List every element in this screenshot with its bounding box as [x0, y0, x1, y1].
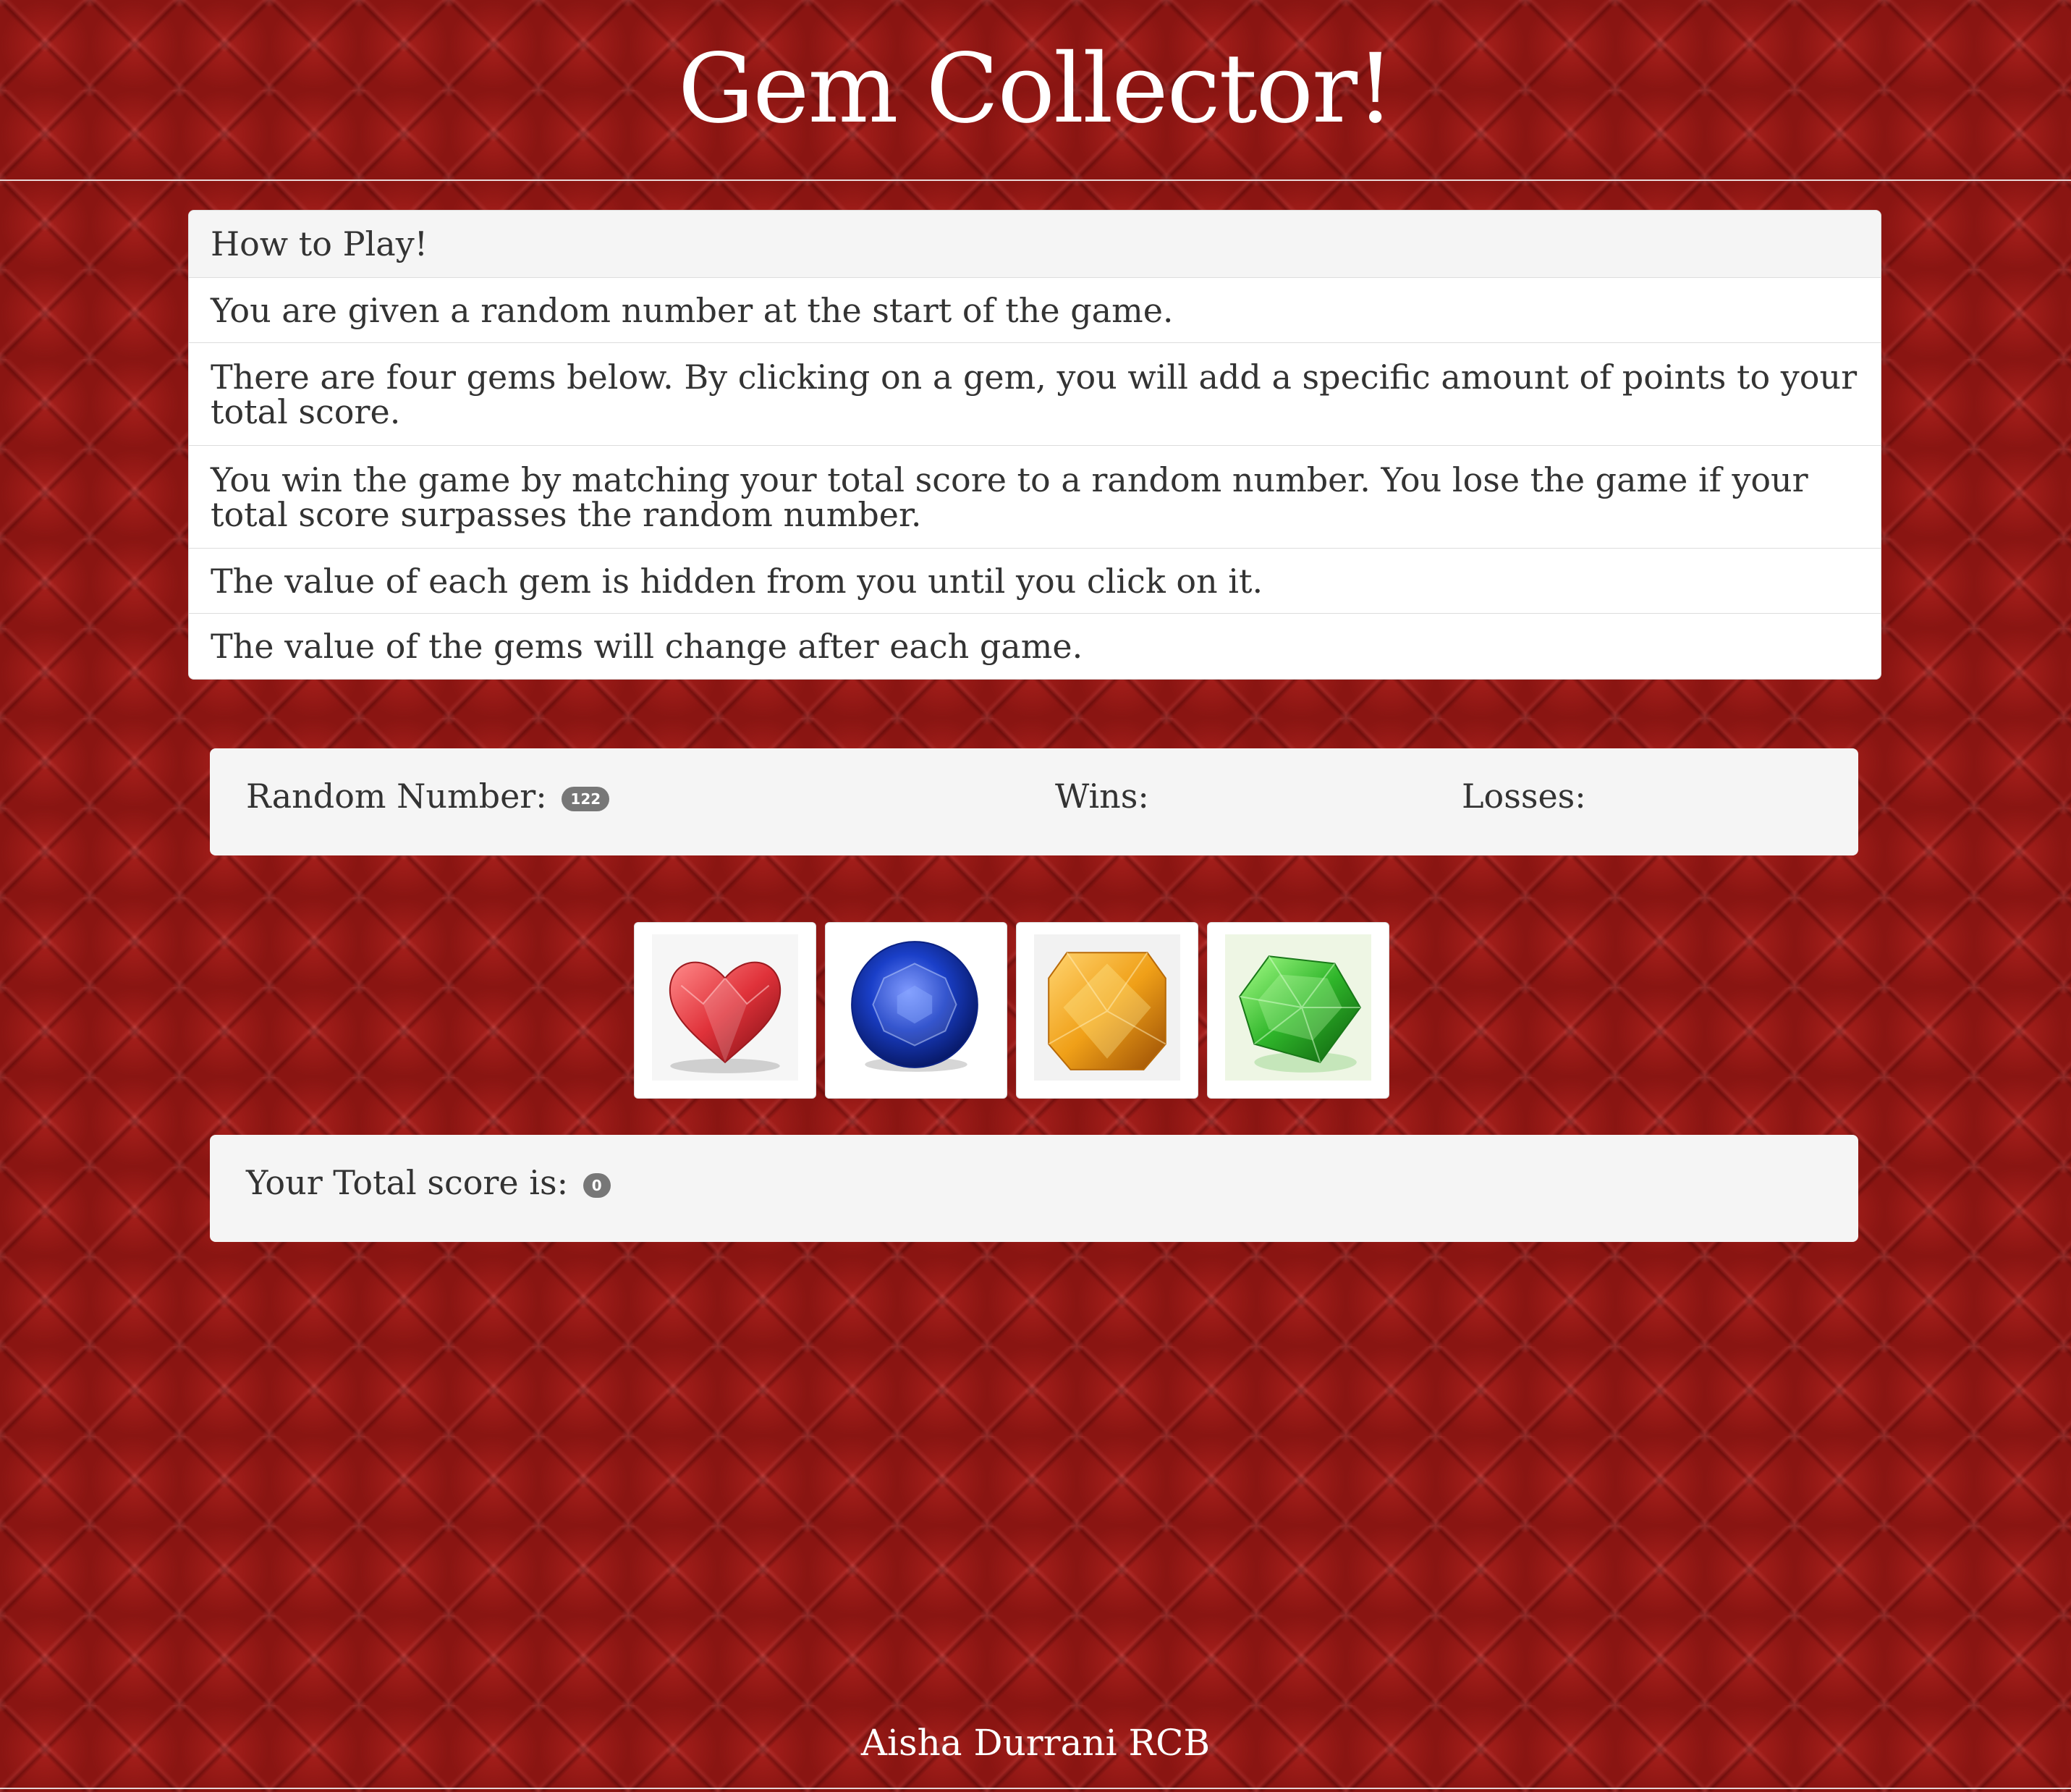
wins-label: Wins:: [1055, 777, 1149, 816]
footer: Aisha Durrani RCB: [860, 1722, 1211, 1764]
page-title: Gem Collector!: [677, 33, 1394, 145]
instruction-item: The value of the gems will change after …: [211, 627, 1083, 666]
total-score-label: Your Total score is:: [246, 1163, 569, 1202]
gem-button-amber[interactable]: [1016, 922, 1198, 1099]
instruction-item: You are given a random number at the sta…: [189, 278, 1881, 343]
header: Gem Collector!: [0, 0, 2071, 181]
total-score-badge: 0: [583, 1173, 611, 1198]
instructions-heading: How to Play!: [189, 211, 1881, 278]
instructions-panel: How to Play! You are given a random numb…: [188, 210, 1881, 680]
score-well: Your Total score is: 0: [210, 1135, 1858, 1242]
instruction-item: There are four gems below. By clicking o…: [189, 343, 1881, 446]
gem-button-green[interactable]: [1207, 922, 1389, 1099]
instruction-item: You win the game by matching your total …: [189, 446, 1881, 549]
blue-round-gem-icon: [843, 934, 989, 1081]
random-number-stat: Random Number: 122: [246, 777, 610, 816]
losses-stat: Losses:: [1462, 777, 1586, 815]
amber-square-gem-icon: [1034, 934, 1180, 1081]
red-heart-gem-icon: [652, 934, 798, 1081]
green-gem-icon: [1225, 934, 1371, 1081]
gem-button-blue[interactable]: [825, 922, 1007, 1099]
losses-label: Losses:: [1462, 777, 1586, 816]
random-number-label: Random Number:: [246, 777, 547, 816]
wins-stat: Wins:: [1055, 777, 1149, 815]
instruction-item: The value of each gem is hidden from you…: [189, 549, 1881, 614]
total-score-stat: Your Total score is: 0: [246, 1164, 611, 1201]
stats-well: Random Number: 122 Wins: Losses:: [210, 748, 1858, 855]
gem-button-red[interactable]: [634, 922, 816, 1099]
footer-divider: [0, 1788, 2071, 1789]
random-number-badge: 122: [562, 787, 610, 811]
